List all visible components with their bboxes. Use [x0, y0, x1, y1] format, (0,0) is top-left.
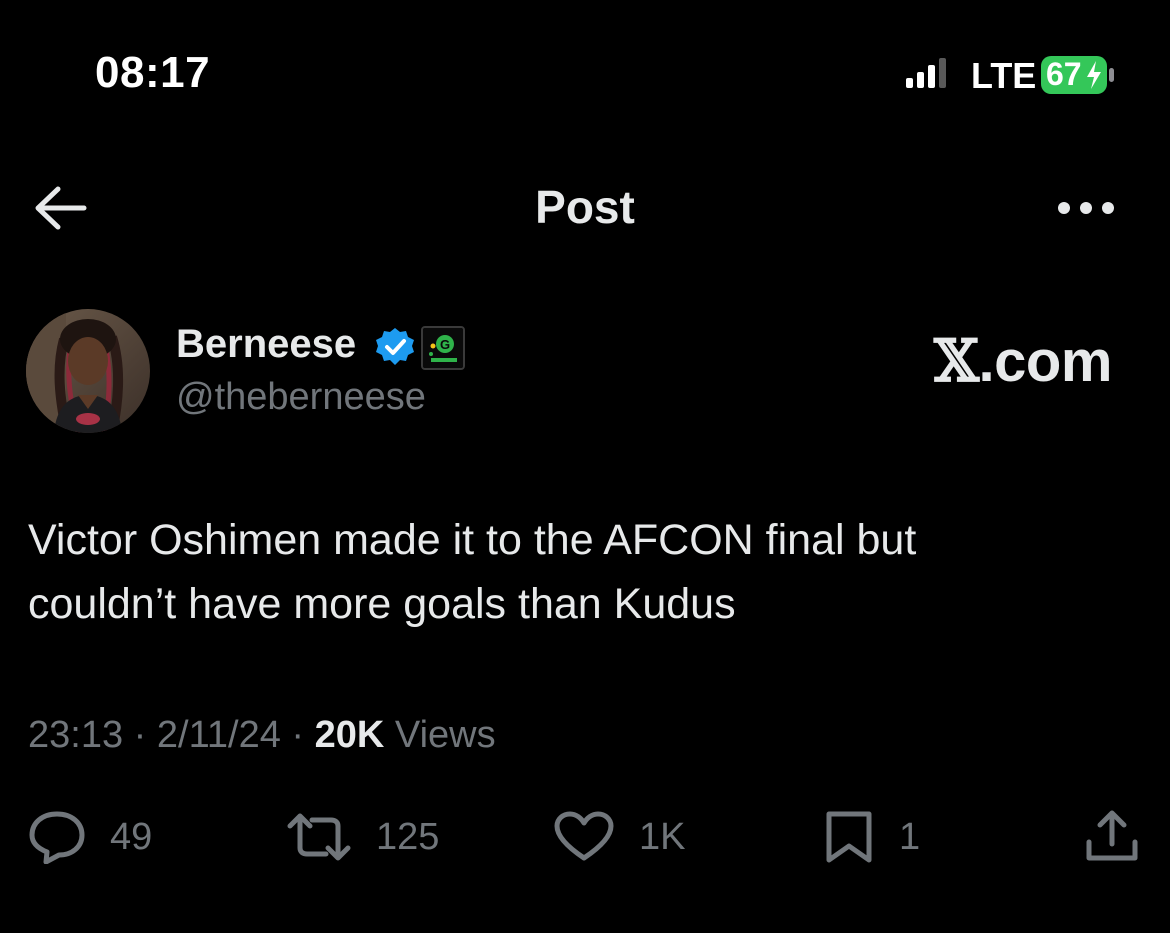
- retweet-icon: [287, 813, 351, 861]
- share-button[interactable]: [1084, 810, 1140, 864]
- tweet-date[interactable]: 2/11/24: [157, 714, 281, 756]
- battery-percent: 67: [1046, 56, 1082, 92]
- share-upload-icon: [1086, 810, 1138, 861]
- page-title: Post: [535, 181, 635, 233]
- reply-count: 49: [110, 815, 153, 858]
- cellular-signal-icon: [906, 58, 946, 88]
- bookmark-count: 1: [899, 815, 921, 858]
- tweet-meta: 23:13 · 2/11/24 · 20K Views: [28, 714, 496, 757]
- x-com-watermark: 𝕏.com: [934, 327, 1112, 395]
- bookmark-button[interactable]: 1: [823, 810, 920, 864]
- like-count: 1K: [639, 815, 686, 858]
- meta-separator: ·: [291, 714, 305, 756]
- affiliate-badge[interactable]: G: [421, 326, 465, 370]
- x-logo-suffix: .com: [978, 329, 1113, 394]
- meta-separator: ·: [133, 714, 147, 756]
- network-type: LTE: [971, 55, 1037, 96]
- ellipsis-icon: [1058, 202, 1114, 214]
- x-logo-mark: 𝕏: [934, 327, 979, 395]
- status-time: 08:17: [95, 48, 211, 97]
- engine-logo-icon: G: [423, 328, 463, 368]
- tweet-time[interactable]: 23:13: [28, 714, 123, 756]
- repost-button[interactable]: 125: [286, 810, 439, 864]
- repost-count: 125: [376, 815, 440, 858]
- verified-badge-icon: [376, 328, 414, 365]
- views-label: Views: [394, 714, 496, 756]
- speech-bubble-icon: [29, 811, 85, 864]
- profile-photo: [26, 309, 150, 433]
- author-handle[interactable]: @theberneese: [176, 376, 426, 419]
- tweet-text: Victor Oshimen made it to the AFCON fina…: [28, 516, 917, 628]
- author-display-name[interactable]: Berneese: [176, 322, 356, 367]
- reply-button[interactable]: 49: [28, 810, 152, 864]
- heart-icon: [554, 811, 614, 861]
- like-button[interactable]: 1K: [553, 810, 685, 864]
- svg-text:G: G: [440, 337, 450, 352]
- bookmark-icon: [826, 811, 872, 863]
- views-count: 20K: [314, 714, 385, 756]
- avatar[interactable]: [26, 309, 150, 433]
- more-options-button[interactable]: [1054, 190, 1118, 226]
